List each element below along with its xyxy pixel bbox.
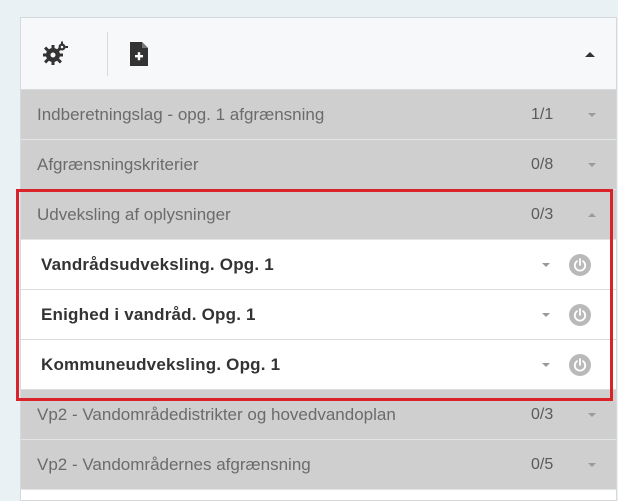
layer-group-label: Vp2 - Vandområdernes afgrænsning — [37, 454, 311, 474]
expand-toggle[interactable] — [585, 460, 599, 470]
layer-group-label: Udveksling af oplysninger — [37, 204, 231, 224]
layer-group-row[interactable]: Vp2 - Vandområdedistrikter og hovedvando… — [21, 390, 616, 440]
settings-button[interactable] — [37, 36, 73, 72]
chevron-down-icon — [588, 162, 596, 167]
layer-group-row[interactable]: Afgrænsningskriterier 0/8 — [21, 140, 616, 190]
power-icon — [573, 307, 587, 322]
expand-toggle[interactable] — [585, 410, 599, 420]
chevron-down-icon — [588, 112, 596, 117]
layer-item-row[interactable]: Vandrådsudveksling. Opg. 1 — [21, 240, 616, 290]
layer-group-label: Indberetningslag - opg. 1 afgrænsning — [37, 104, 325, 124]
collapse-panel-button[interactable] — [576, 40, 604, 68]
add-document-icon — [130, 42, 148, 66]
layer-options-toggle[interactable] — [539, 260, 553, 270]
layer-item-label: Kommuneudveksling. Opg. 1 — [41, 354, 281, 374]
chevron-down-icon — [542, 262, 550, 267]
chevron-down-icon — [588, 462, 596, 467]
layer-options-toggle[interactable] — [539, 310, 553, 320]
layer-panel: Indberetningslag - opg. 1 afgrænsning 1/… — [20, 17, 617, 501]
layer-visibility-toggle[interactable] — [569, 253, 591, 276]
chevron-down-icon — [542, 362, 550, 367]
layer-group-row[interactable]: Indberetningslag - opg. 1 afgrænsning 1/… — [21, 90, 616, 140]
layer-group-row[interactable]: Vp2 - Vandområdernes afgrænsning 0/5 — [21, 440, 616, 490]
layer-item-label: Enighed i vandråd. Opg. 1 — [41, 304, 256, 324]
collapse-toggle[interactable] — [585, 210, 599, 220]
chevron-up-icon — [588, 212, 596, 217]
power-icon — [573, 257, 587, 272]
chevron-down-icon — [542, 312, 550, 317]
expand-toggle[interactable] — [585, 160, 599, 170]
expand-toggle[interactable] — [585, 110, 599, 120]
layer-visibility-toggle[interactable] — [569, 303, 591, 326]
toolbar-divider — [107, 32, 108, 76]
layer-item-row[interactable]: Enighed i vandråd. Opg. 1 — [21, 290, 616, 340]
layer-visibility-toggle[interactable] — [569, 353, 591, 376]
layer-group-row[interactable]: Udveksling af oplysninger 0/3 — [21, 190, 616, 240]
add-layer-button[interactable] — [121, 36, 157, 72]
panel-toolbar — [21, 18, 616, 90]
layer-item-label: Vandrådsudveksling. Opg. 1 — [41, 254, 274, 274]
chevron-down-icon — [588, 412, 596, 417]
layer-group-label: Afgrænsningskriterier — [37, 154, 199, 174]
chevron-up-icon — [585, 52, 595, 57]
layer-options-toggle[interactable] — [539, 360, 553, 370]
layer-count: 0/8 — [531, 155, 554, 173]
settings-gear-icon — [43, 41, 68, 65]
layer-count: 0/5 — [531, 455, 554, 473]
layer-count: 0/3 — [531, 205, 554, 223]
layer-count: 1/1 — [531, 105, 554, 123]
layer-item-row[interactable]: Kommuneudveksling. Opg. 1 — [21, 340, 616, 390]
layer-group-label: Vp2 - Vandområdedistrikter og hovedvando… — [37, 404, 396, 424]
layer-count: 0/3 — [531, 405, 554, 423]
power-icon — [573, 357, 587, 372]
